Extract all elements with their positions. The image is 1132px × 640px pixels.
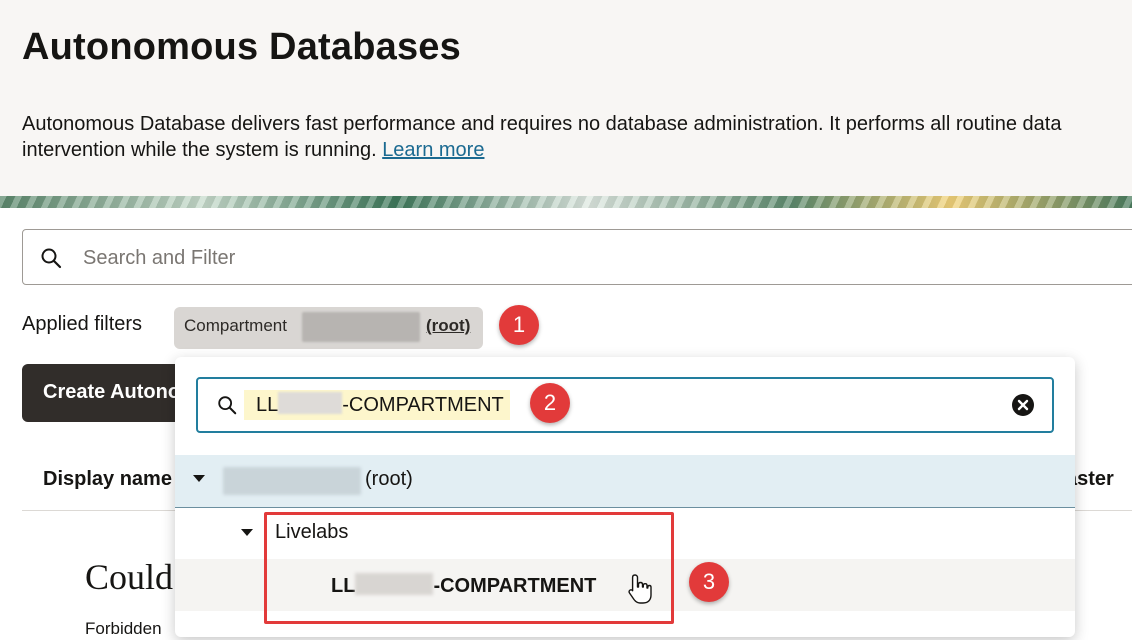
step-2-badge: 2 [530, 383, 570, 423]
page-title: Autonomous Databases [22, 26, 461, 68]
decorative-banner [0, 196, 1132, 208]
redacted-tenancy-name [302, 312, 420, 342]
error-title: Could [85, 557, 174, 597]
compartment-search-field[interactable]: LL -COMPARTMENT [196, 377, 1054, 433]
redacted-tenancy-name [223, 467, 361, 495]
description-line-2-text: intervention while the system is running… [22, 139, 377, 161]
page-description: Autonomous Database delivers fast perfor… [22, 111, 1132, 163]
clear-icon[interactable] [1010, 392, 1036, 418]
tree-item-root[interactable]: (root) [175, 455, 1075, 508]
chip-value[interactable]: (root) [426, 316, 470, 336]
chip-label: Compartment [184, 316, 287, 335]
search-input[interactable] [81, 242, 985, 274]
description-line-2: intervention while the system is running… [22, 137, 1132, 163]
query-prefix: LL [256, 394, 279, 416]
search-and-filter-box[interactable] [22, 229, 1132, 285]
page-header: Autonomous Databases Autonomous Database… [0, 0, 1132, 196]
compartment-search-query[interactable]: LL -COMPARTMENT [256, 392, 504, 417]
query-suffix: -COMPARTMENT [342, 394, 504, 416]
step-3-badge: 3 [689, 562, 729, 602]
compartment-filter-chip[interactable]: Compartment (root) [174, 307, 483, 349]
search-icon [218, 396, 237, 415]
error-body: Forbidden [85, 619, 162, 638]
description-line-1: Autonomous Database delivers fast perfor… [22, 113, 1062, 135]
step-1-badge: 1 [499, 305, 539, 345]
applied-filters-label: Applied filters [22, 313, 143, 335]
search-icon [41, 248, 62, 269]
column-header-display-name[interactable]: Display name [43, 468, 172, 491]
create-database-button[interactable]: Create Autono [22, 364, 182, 422]
caret-down-icon[interactable] [193, 475, 205, 482]
tree-item-root-label: (root) [365, 468, 413, 490]
redacted-text [278, 392, 343, 414]
step-3-highlight-box [264, 512, 674, 624]
learn-more-link[interactable]: Learn more [382, 139, 484, 161]
caret-down-icon[interactable] [241, 529, 253, 536]
